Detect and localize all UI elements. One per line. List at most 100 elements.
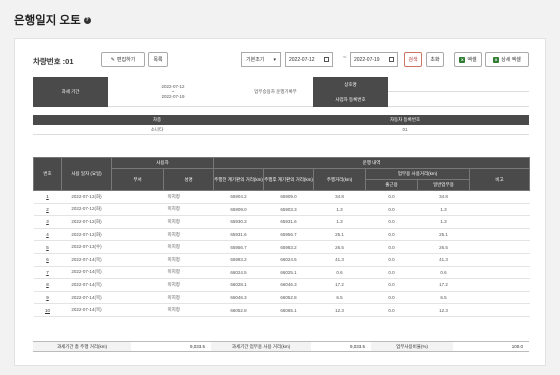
cell-general: 25.1 (417, 228, 470, 242)
cell-after: 65956.7 (263, 228, 314, 242)
reg-value: 01 (281, 125, 529, 135)
cell-before: 66052.8 (213, 303, 264, 317)
ratio-label: 업무사용비율(%) (371, 342, 453, 351)
col-date: 사용 일자 (요일) (61, 157, 112, 191)
bizno-label: 사업자 등록번호 (313, 92, 388, 107)
cell-after: 66065.1 (263, 303, 314, 317)
cell-dist: 25.1 (313, 228, 366, 242)
cell-no[interactable]: 1 (33, 190, 62, 204)
cell-dept (111, 253, 164, 267)
cell-no[interactable]: 5 (33, 240, 62, 254)
cell-general: 17.2 (417, 278, 470, 292)
cell-name: 미지정 (163, 303, 214, 317)
log-table: 번호 사용 일자 (요일) 사용자 운행 내역 부서 성명 주행전 계기판의 거… (33, 157, 531, 317)
cell-no[interactable]: 10 (33, 303, 62, 317)
cell-commute: 0.0 (365, 240, 418, 254)
cell-no[interactable]: 7 (33, 266, 62, 280)
cell-before: 65930.3 (213, 215, 264, 229)
table-row: 6 2022-07-14(목) 미지정 65983.2 66024.5 41.3 0.0 41… (33, 253, 530, 267)
cell-commute: 0.0 (365, 303, 418, 317)
table-row: 9 2022-07-14(목) 미지정 66046.3 66052.8 6.5 0.0 6.5 (33, 291, 530, 305)
model-label: 차종 (33, 115, 281, 125)
reset-button[interactable]: 초화 (426, 52, 444, 67)
vehicle-info-table: 차종 자동차 등록번호 소나타 01 (33, 115, 529, 135)
cell-general: 34.8 (417, 190, 470, 204)
cell-dept (111, 240, 164, 254)
cell-date: 2022-07-14(목) (61, 278, 112, 292)
manager-label: 업무승용차 운행기록부 (238, 77, 313, 107)
cell-no[interactable]: 8 (33, 278, 62, 292)
excel-icon: X (459, 56, 466, 63)
cell-commute: 0.0 (365, 278, 418, 292)
date-separator: ~ (343, 55, 347, 61)
date-from-field[interactable]: 2022-07-12 (285, 52, 333, 67)
cell-after: 65909.0 (263, 190, 314, 204)
biz-distance-value: 9,033.5 (349, 344, 365, 349)
cell-dept (111, 278, 164, 292)
cell-dept (111, 303, 164, 317)
period-value: 2022-07-12 ~ 2022-07-19 (108, 77, 238, 107)
cell-no[interactable]: 3 (33, 215, 62, 229)
cell-name: 미지정 (163, 203, 214, 217)
cell-commute: 0.0 (365, 190, 418, 204)
cell-no[interactable]: 4 (33, 228, 62, 242)
cell-date: 2022-07-12(화) (61, 228, 112, 242)
cell-before: 66024.5 (213, 266, 264, 280)
model-value: 소나타 (33, 125, 281, 135)
period-select[interactable]: 기본조기 ▾ (241, 52, 281, 67)
excel-button[interactable]: X 엑셀 (454, 52, 482, 67)
cell-no[interactable]: 2 (33, 203, 62, 217)
help-icon[interactable]: ? (83, 16, 91, 24)
cell-date: 2022-07-12(화) (61, 203, 112, 217)
list-button[interactable]: 목록 (148, 52, 168, 67)
ratio-value: 100.0 (511, 344, 523, 349)
cell-dept (111, 215, 164, 229)
date-to-field[interactable]: 2022-07-19 (350, 52, 398, 67)
cell-dept (111, 291, 164, 305)
cell-before: 66028.1 (213, 278, 264, 292)
cell-after: 65983.2 (263, 240, 314, 254)
cell-note (469, 303, 530, 317)
cell-dist: 34.8 (313, 190, 366, 204)
cell-date: 2022-07-14(목) (61, 291, 112, 305)
col-before: 주행전 계기판의 거리(km) (213, 168, 265, 191)
search-button[interactable]: 검색 (404, 52, 422, 67)
chevron-down-icon: ▾ (273, 56, 276, 63)
col-note: 비고 (469, 168, 531, 191)
cell-general: 26.5 (417, 240, 470, 254)
cell-no[interactable]: 9 (33, 291, 62, 305)
table-row: 3 2022-07-12(화) 미지정 65930.3 65931.6 1.3 0.0 1.3 (33, 215, 530, 229)
detail-excel-button[interactable]: X 상세 엑셀 (485, 52, 529, 67)
cell-note (469, 215, 530, 229)
log-card: 차량번호 :01 ✎ 편집하기 목록 기본조기 ▾ 2022-07-12 ~ 2… (14, 38, 546, 366)
col-name: 성명 (162, 168, 215, 191)
col-commute: 출근용 (365, 179, 419, 191)
cell-name: 미지정 (163, 228, 214, 242)
cell-dept (111, 266, 164, 280)
cell-general: 1.3 (417, 203, 470, 217)
cell-general: 12.3 (417, 303, 470, 317)
cell-after: 66046.3 (263, 278, 314, 292)
cell-name: 미지정 (163, 215, 214, 229)
cell-after: 66025.1 (263, 266, 314, 280)
cell-general: 1.3 (417, 215, 470, 229)
cell-note (469, 291, 530, 305)
cell-before: 65956.7 (213, 240, 264, 254)
info-table: 과세 기간 2022-07-12 ~ 2022-07-19 업무승용차 운행기록… (33, 77, 529, 107)
page-title: 은행일지 오토 ? (14, 15, 91, 27)
col-no: 번호 (33, 157, 62, 191)
cell-name: 미지정 (163, 278, 214, 292)
trade-label: 상호명 (313, 77, 388, 92)
cell-before: 65904.2 (213, 190, 264, 204)
edit-button[interactable]: ✎ 편집하기 (101, 52, 145, 67)
cell-no[interactable]: 6 (33, 253, 62, 267)
cell-before: 65931.6 (213, 228, 264, 242)
cell-after: 65931.6 (263, 215, 314, 229)
cell-date: 2022-07-13(수) (61, 240, 112, 254)
excel-icon: X (493, 56, 500, 63)
cell-dist: 1.3 (313, 203, 366, 217)
cell-name: 미지정 (163, 240, 214, 254)
cell-date: 2022-07-12(화) (61, 215, 112, 229)
cell-note (469, 228, 530, 242)
cell-note (469, 203, 530, 217)
